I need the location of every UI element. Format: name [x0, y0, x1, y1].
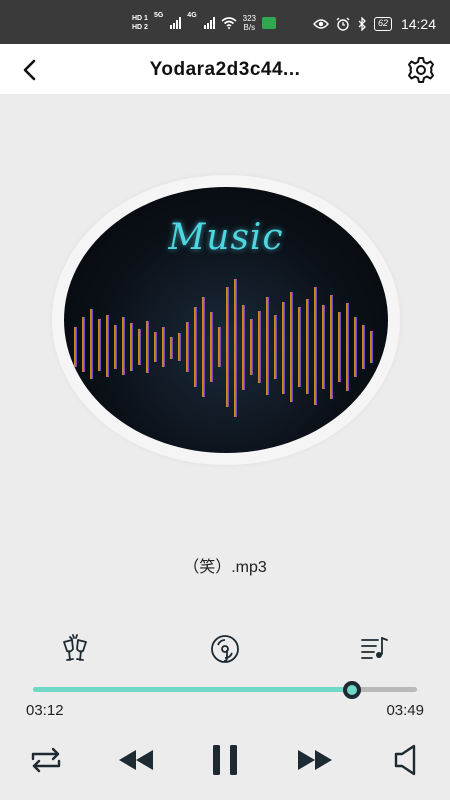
cheers-icon[interactable] — [58, 632, 92, 666]
speed-unit: B/s — [243, 23, 256, 32]
network-speed: 323 B/s — [243, 14, 256, 32]
status-clock: 14:24 — [400, 16, 436, 32]
hd1-label: HD 1 — [132, 15, 148, 22]
network-type-1: 5G — [153, 12, 164, 19]
speed-value: 323 — [242, 14, 256, 23]
app-notification-icon — [262, 17, 276, 29]
status-left: HD 1 HD 2 5G 4G 323 B/s — [132, 12, 276, 34]
progress-bar[interactable] — [33, 681, 417, 699]
signal-icon — [170, 17, 182, 29]
album-art: Music — [64, 187, 388, 453]
status-bar: HD 1 HD 2 5G 4G 323 B/s 62 14:24 — [0, 0, 450, 44]
page-title: Yodara2d3c44... — [149, 59, 301, 80]
back-icon[interactable] — [16, 56, 44, 84]
progress-fill — [33, 687, 352, 692]
song-title: （笑）.mp3 — [183, 559, 267, 576]
previous-icon[interactable] — [116, 740, 156, 780]
total-time: 03:49 — [386, 702, 424, 719]
eye-icon — [313, 19, 329, 29]
hd2-label: HD 2 — [132, 24, 148, 31]
alarm-icon — [336, 17, 350, 31]
hd-indicators: HD 1 HD 2 — [132, 14, 148, 32]
gear-icon[interactable] — [406, 55, 436, 85]
progress-thumb[interactable] — [342, 681, 361, 699]
volume-icon[interactable] — [388, 740, 428, 780]
pause-icon[interactable] — [205, 740, 245, 780]
bluetooth-icon — [358, 17, 366, 31]
album-art-frame: Music — [52, 175, 400, 465]
app-header: Yodara2d3c44... — [0, 44, 450, 94]
signal-icon-2 — [203, 17, 215, 29]
battery-indicator: 62 — [373, 17, 392, 31]
vinyl-disc-icon[interactable] — [208, 632, 242, 666]
wifi-icon — [221, 17, 237, 29]
album-art-text: Music — [168, 217, 284, 258]
repeat-icon[interactable] — [26, 740, 66, 780]
network-type-2: 4G — [187, 12, 197, 19]
current-time: 03:12 — [26, 702, 64, 719]
status-right: 62 14:24 — [313, 14, 436, 34]
playlist-icon[interactable] — [358, 632, 392, 666]
next-icon[interactable] — [295, 740, 335, 780]
